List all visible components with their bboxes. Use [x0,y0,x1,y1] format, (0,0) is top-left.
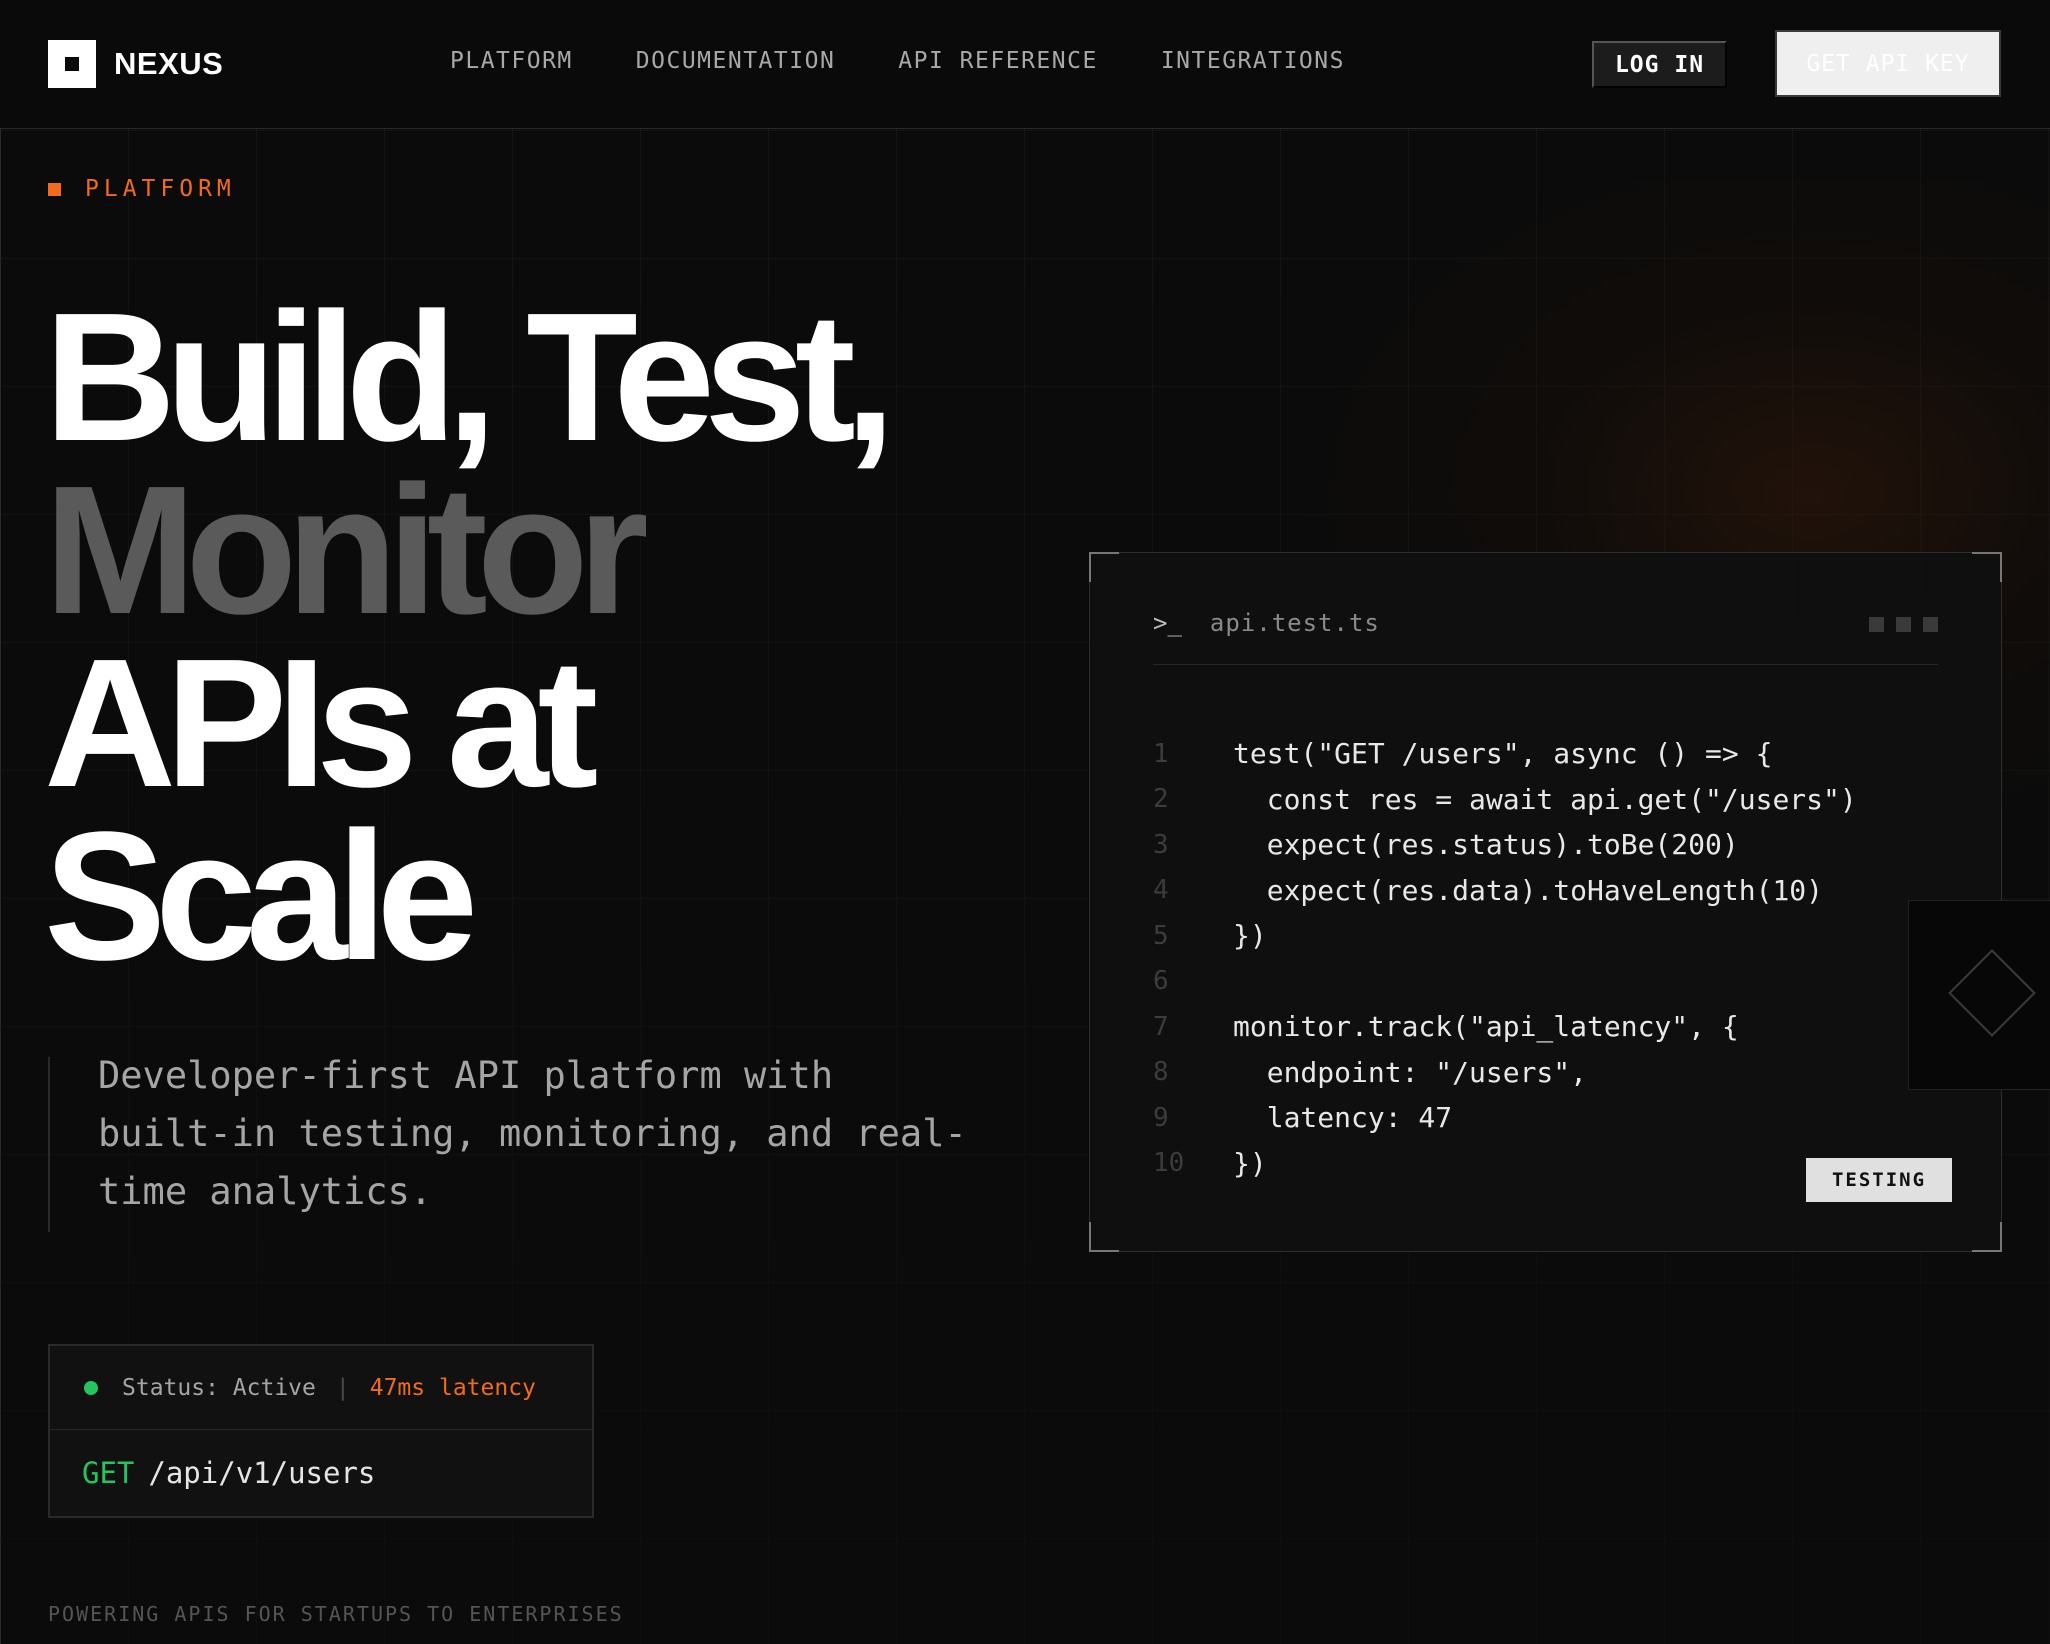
status-row: Status: Active | 47ms latency [50,1346,592,1430]
window-dot-icon [1869,617,1884,632]
nav-link-api-reference[interactable]: API REFERENCE [898,48,1098,74]
code-text: endpoint: "/users", [1233,1055,1588,1089]
status-text: Status: Active [122,1374,316,1401]
line-number: 1 [1153,738,1169,769]
code-header: >_ api.test.ts [1153,609,1938,665]
brand-logo[interactable]: NEXUS [48,40,223,88]
code-text: }) [1233,1146,1267,1180]
code-text: test("GET /users", async () => { [1233,737,1773,771]
code-lines: 1 test("GET /users", async () => { 2 cons… [1153,731,1857,1186]
status-dot-icon [84,1380,98,1395]
endpoint-path: /api/v1/users [148,1456,376,1490]
line-number: 9 [1153,1102,1169,1133]
line-number: 7 [1153,1011,1169,1042]
code-text: }) [1233,919,1267,953]
window-dot-icon [1896,617,1911,632]
corner-bracket-icon [1089,1222,1119,1252]
code-line: 4 expect(res.data).toHaveLength(10) [1153,868,1857,914]
powering-tagline: POWERING APIS FOR STARTUPS TO ENTERPRISE… [48,1602,624,1626]
nav-link-integrations[interactable]: INTEGRATIONS [1161,48,1345,74]
login-button[interactable]: LOG IN [1592,41,1727,88]
code-line: 10}) [1153,1141,1857,1187]
line-number: 2 [1153,784,1169,815]
code-text: expect(res.status).toBe(200) [1233,828,1739,862]
code-text: const res = await api.get("/users") [1233,782,1857,816]
hero-description: Developer-first API platform with built-… [48,1054,968,1232]
line-number: 8 [1153,1057,1169,1088]
corner-bracket-icon [1972,1222,2002,1252]
eyebrow-label: PLATFORM [85,176,236,202]
headline-line-2: Monitor [44,447,649,652]
code-text: latency: 47 [1233,1101,1453,1135]
code-panel: >_ api.test.ts 1 test("GET /users", async… [1089,552,2002,1252]
code-filename: api.test.ts [1209,609,1380,637]
nav-link-documentation[interactable]: DOCUMENTATION [636,48,836,74]
corner-bracket-icon [1089,552,1119,582]
latency-text: 47ms latency [369,1374,536,1401]
code-line: 6 [1153,959,1857,1005]
frame-border [0,0,1,1644]
get-api-key-button[interactable]: GET API KEY [1775,30,2001,97]
headline-line-1: Build, Test, [44,274,896,479]
terminal-prompt-icon: >_ [1153,609,1182,637]
code-text: monitor.track("api_latency", { [1233,1010,1739,1044]
line-number: 4 [1153,875,1169,906]
code-line: 7 monitor.track("api_latency", { [1153,1004,1857,1050]
headline-line-3: APIs at [44,620,598,825]
square-bullet-icon [48,182,61,196]
hero-headline: Build, Test, Monitor APIs at Scale [44,274,896,998]
window-dot-icon [1923,617,1938,632]
description-text: Developer-first API platform with built-… [98,1054,967,1213]
diamond-icon [1948,949,2036,1037]
code-line: 8 endpoint: "/users", [1153,1050,1857,1096]
nav-links: PLATFORM DOCUMENTATION API REFERENCE INT… [450,48,1408,74]
section-eyebrow: PLATFORM [48,176,236,202]
brand-name: NEXUS [114,46,224,81]
code-line: 9 latency: 47 [1153,1095,1857,1141]
logo-mark-icon [48,40,96,88]
line-number: 6 [1153,966,1169,997]
status-card: Status: Active | 47ms latency GET /api/v… [48,1344,594,1518]
window-controls [1857,617,1938,632]
top-navigation: NEXUS PLATFORM DOCUMENTATION API REFEREN… [0,0,2050,129]
code-line: 3 expect(res.status).toBe(200) [1153,822,1857,868]
line-number: 10 [1153,1148,1185,1179]
code-line: 5}) [1153,913,1857,959]
route-row: GET /api/v1/users [50,1430,592,1516]
nav-link-platform[interactable]: PLATFORM [450,48,573,74]
line-number: 3 [1153,829,1169,860]
testing-badge: TESTING [1806,1158,1952,1202]
headline-line-4: Scale [44,793,478,998]
line-number: 5 [1153,920,1169,951]
code-text: expect(res.data).toHaveLength(10) [1233,873,1824,907]
code-line: 1 test("GET /users", async () => { [1153,731,1857,777]
side-widget[interactable] [1908,900,2050,1090]
code-line: 2 const res = await api.get("/users") [1153,777,1857,823]
http-method: GET [82,1456,135,1490]
corner-bracket-icon [1972,552,2002,582]
status-separator: | [335,1374,350,1401]
